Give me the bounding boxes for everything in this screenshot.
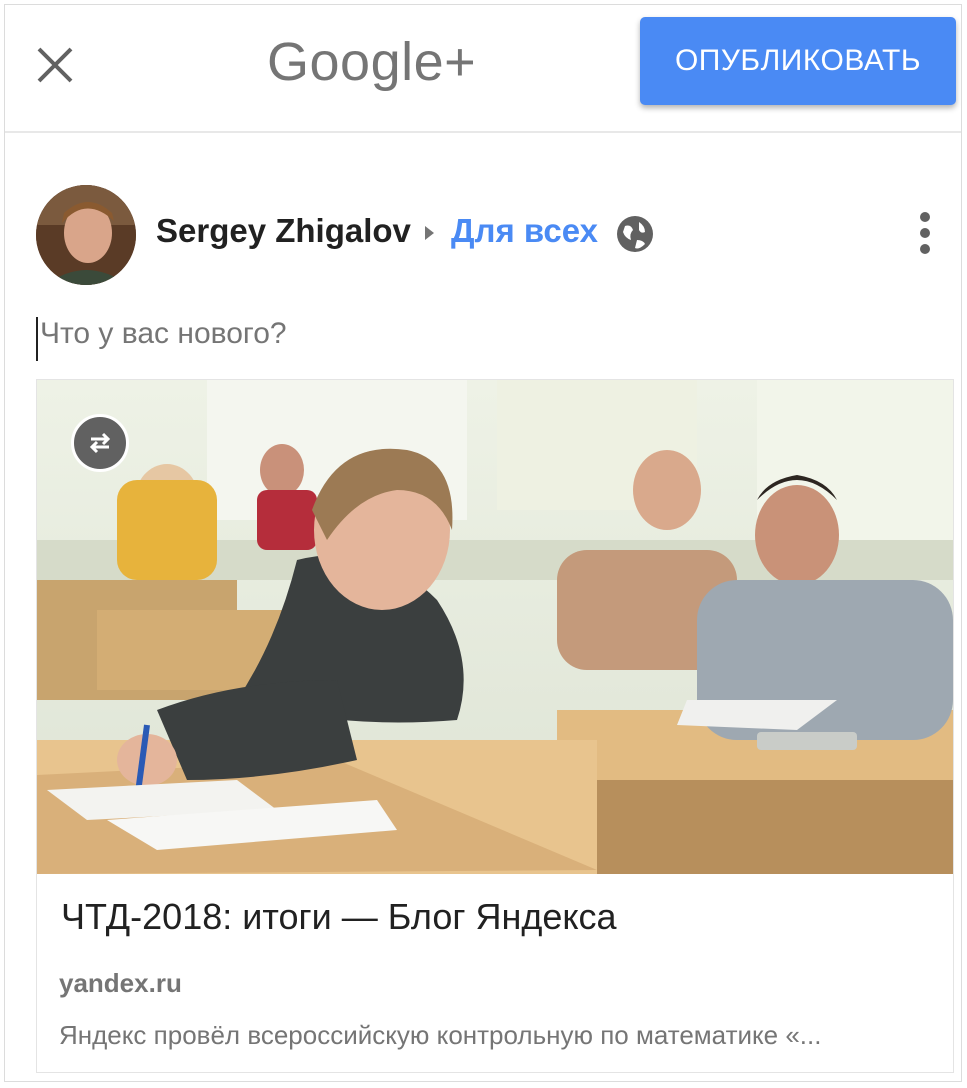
close-icon xyxy=(37,47,73,83)
globe-icon xyxy=(617,216,653,252)
avatar[interactable] xyxy=(36,185,136,285)
close-button[interactable] xyxy=(33,43,77,87)
author-name[interactable]: Sergey Zhigalov xyxy=(156,212,411,250)
publish-button[interactable]: ОПУБЛИКОВАТЬ xyxy=(640,17,956,105)
more-vert-icon[interactable] xyxy=(912,208,938,260)
google-plus-logo: Google+ xyxy=(267,32,477,92)
arrow-right-icon xyxy=(425,226,434,240)
top-bar: Google+ ОПУБЛИКОВАТЬ xyxy=(5,5,961,133)
link-description: Яндекс провёл всероссийскую контрольную … xyxy=(59,1020,822,1050)
swap-icon xyxy=(89,432,111,454)
avatar-image xyxy=(36,185,136,285)
swap-image-button[interactable] xyxy=(71,414,129,472)
classroom-photo xyxy=(37,380,953,874)
link-preview-image xyxy=(37,380,953,874)
link-domain: yandex.ru xyxy=(59,968,182,998)
link-preview-card[interactable]: ЧТД-2018: итоги — Блог Яндекса yandex.ru… xyxy=(36,379,954,1073)
share-dialog: Google+ ОПУБЛИКОВАТЬ Sergey Zhigalov Для… xyxy=(4,4,962,1082)
link-title[interactable]: ЧТД-2018: итоги — Блог Яндекса xyxy=(61,896,617,938)
audience-selector[interactable]: Для всех xyxy=(451,212,598,250)
compose-input[interactable]: Что у вас нового? xyxy=(36,317,940,361)
